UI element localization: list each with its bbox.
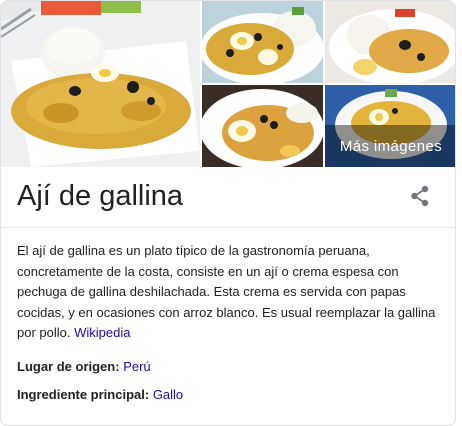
share-button[interactable]	[407, 185, 433, 211]
fact-origin: Lugar de origen: Perú	[17, 359, 151, 374]
share-icon	[410, 185, 430, 212]
entity-title: Ají de gallina	[17, 180, 184, 212]
dish-image-3[interactable]	[325, 1, 455, 83]
dish-image-4[interactable]	[202, 85, 323, 167]
fact-ingredient: Ingrediente principal: Gallo	[17, 387, 183, 402]
origin-label: Lugar de origen:	[17, 359, 120, 374]
dish-image-main[interactable]	[1, 1, 200, 167]
more-images-button[interactable]: Más imágenes	[325, 125, 455, 167]
ingredient-value-link[interactable]: Gallo	[153, 387, 183, 402]
more-images-label: Más imágenes	[339, 137, 443, 155]
dish-image-2[interactable]	[202, 1, 323, 83]
knowledge-panel: Más imágenes Ají de gallina El ají de ga…	[0, 0, 456, 426]
title-row: Ají de gallina	[1, 167, 455, 227]
origin-value-link[interactable]: Perú	[123, 359, 150, 374]
description: El ají de gallina es un plato típico de …	[17, 241, 445, 344]
divider	[1, 227, 455, 228]
wikipedia-link[interactable]: Wikipedia	[74, 325, 130, 340]
image-grid: Más imágenes	[1, 1, 455, 167]
ingredient-label: Ingrediente principal:	[17, 387, 150, 402]
